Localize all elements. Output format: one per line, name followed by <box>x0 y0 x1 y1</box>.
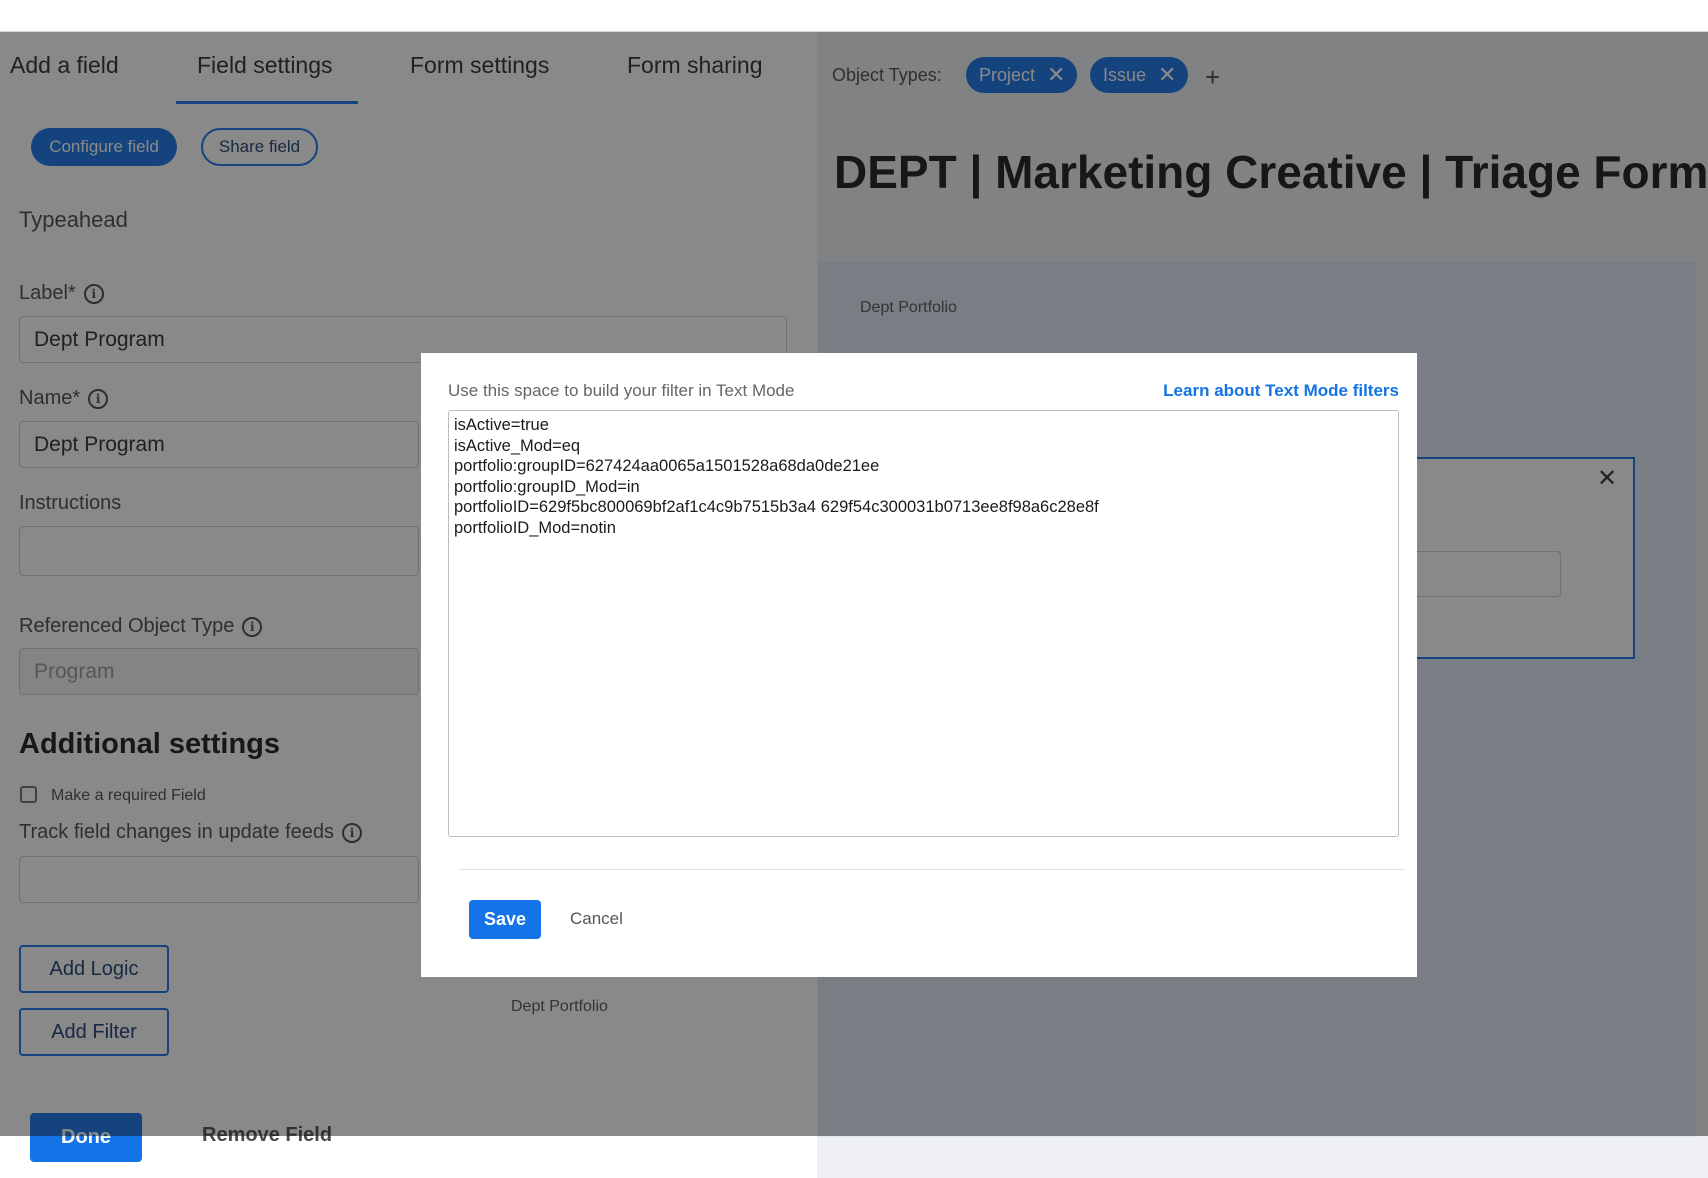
save-button[interactable]: Save <box>469 900 541 939</box>
filter-text-area[interactable]: isActive=true isActive_Mod=eq portfolio:… <box>448 410 1399 837</box>
text-mode-hint: Use this space to build your filter in T… <box>448 381 795 400</box>
divider <box>459 869 1405 870</box>
learn-text-mode-link[interactable]: Learn about Text Mode filters <box>1163 381 1399 401</box>
top-bar <box>0 0 1708 32</box>
cancel-button[interactable]: Cancel <box>570 909 623 929</box>
text-mode-filter-dialog: Use this space to build your filter in T… <box>421 353 1417 977</box>
